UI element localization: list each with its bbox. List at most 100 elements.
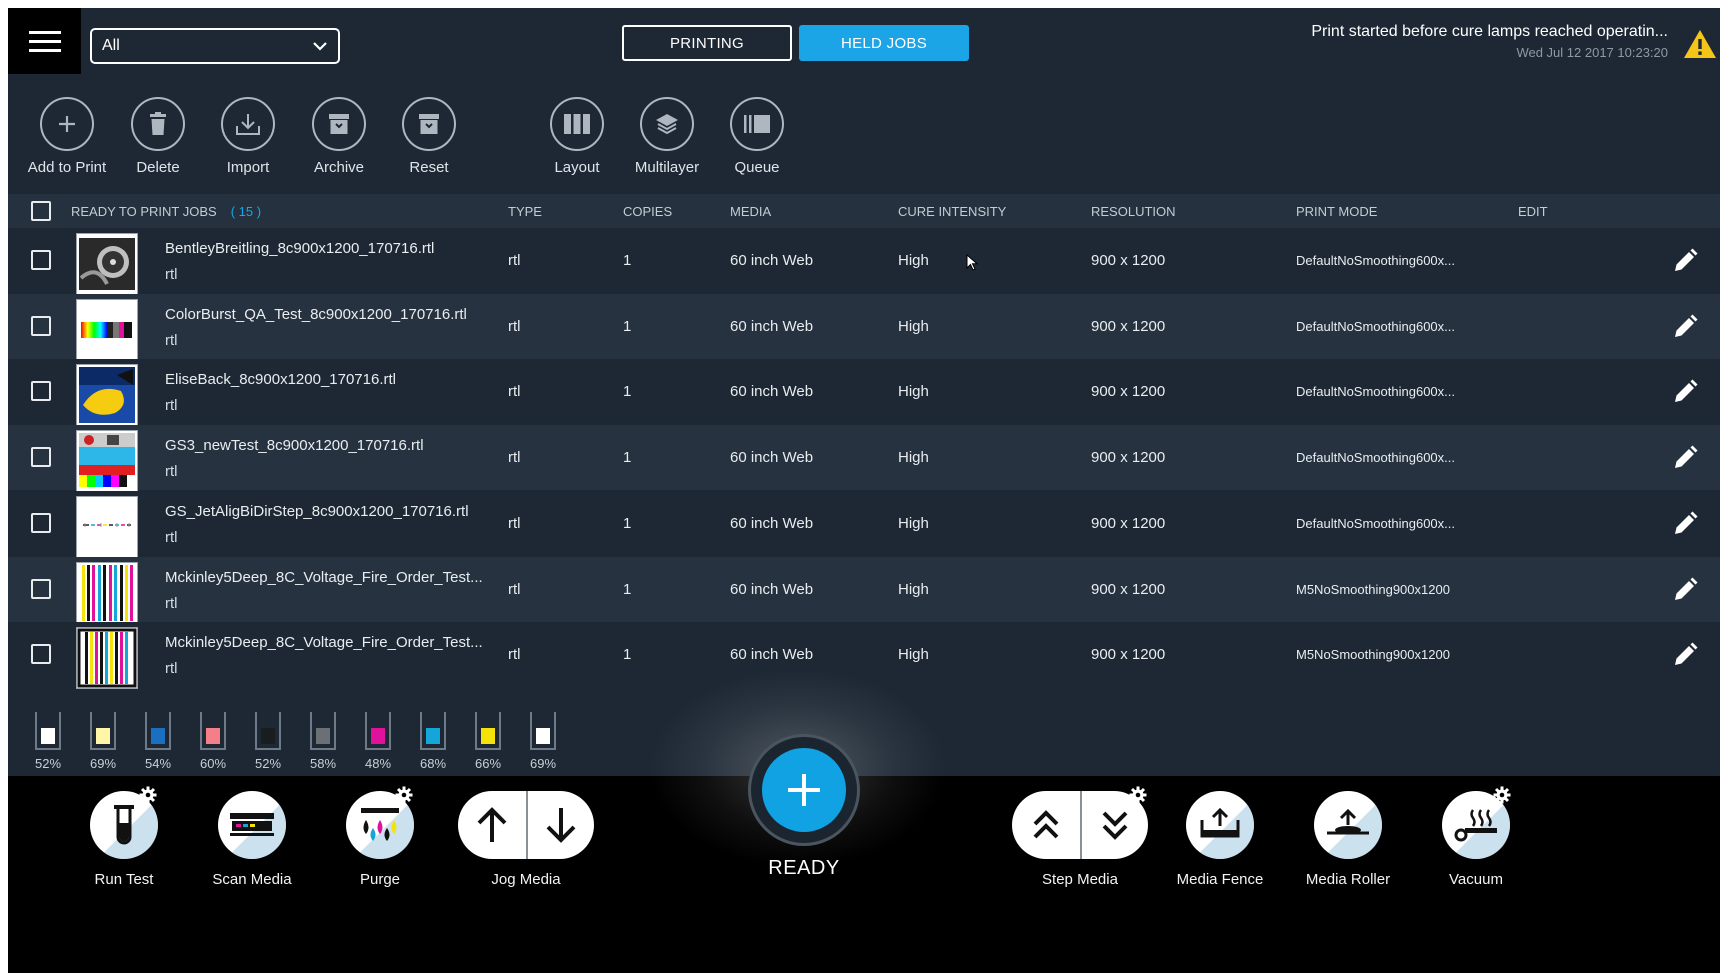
- ink-level-percent: 52%: [34, 756, 62, 771]
- import-icon: [236, 114, 260, 135]
- scan-media-button[interactable]: Scan Media: [202, 791, 302, 888]
- edit-button[interactable]: [1672, 642, 1698, 673]
- job-print-mode: M5NoSmoothing900x1200: [1296, 582, 1450, 597]
- archive-label: Archive: [313, 159, 365, 176]
- gear-icon[interactable]: [1493, 786, 1511, 804]
- table-row[interactable]: Mckinley5Deep_8C_Voltage_Fire_Order_Test…: [8, 557, 1720, 624]
- job-type: rtl: [508, 383, 521, 400]
- layout-button[interactable]: Layout: [531, 97, 623, 176]
- job-print-mode: DefaultNoSmoothing600x...: [1296, 384, 1455, 399]
- jobs-count: ( 15 ): [230, 204, 262, 219]
- row-checkbox[interactable]: [31, 644, 51, 664]
- run-test-button[interactable]: Run Test: [74, 791, 174, 888]
- job-resolution: 900 x 1200: [1091, 581, 1166, 598]
- ink-tank: [530, 712, 556, 750]
- tab-held-jobs[interactable]: HELD JOBS: [799, 25, 969, 61]
- jobs-table-header: READY TO PRINT JOBS ( 15 ) TYPE COPIES ME…: [8, 194, 1720, 228]
- job-thumbnail: [76, 364, 138, 426]
- select-all-checkbox[interactable]: [31, 201, 51, 221]
- row-checkbox[interactable]: [31, 447, 51, 467]
- jobs-title-text: READY TO PRINT JOBS: [71, 204, 217, 219]
- col-edit: EDIT: [1518, 204, 1548, 219]
- ink-level-gauge: 66%: [465, 712, 511, 771]
- col-type[interactable]: TYPE: [508, 204, 542, 219]
- edit-button[interactable]: [1672, 445, 1698, 476]
- row-checkbox[interactable]: [31, 250, 51, 270]
- job-print-mode: DefaultNoSmoothing600x...: [1296, 516, 1455, 531]
- add-to-print-label: Add to Print: [27, 159, 107, 176]
- mouse-cursor: [966, 254, 978, 271]
- job-thumbnail: [76, 430, 138, 492]
- table-row[interactable]: BentleyBreitling_8c900x1200_170716.rtl rt…: [8, 228, 1720, 295]
- job-thumbnail: [76, 562, 138, 624]
- ink-tank: [310, 712, 336, 750]
- ink-tank: [145, 712, 171, 750]
- ink-level-gauge: 69%: [520, 712, 566, 771]
- job-media: 60 inch Web: [730, 449, 814, 466]
- pencil-icon: [1675, 445, 1698, 468]
- ink-fill: [96, 728, 110, 744]
- edit-button[interactable]: [1672, 379, 1698, 410]
- step-up-button[interactable]: [1012, 791, 1080, 859]
- row-checkbox[interactable]: [31, 316, 51, 336]
- row-checkbox[interactable]: [31, 513, 51, 533]
- purge-label: Purge: [359, 871, 401, 888]
- multilayer-button[interactable]: Multilayer: [621, 97, 713, 176]
- purge-button[interactable]: Purge: [330, 791, 430, 888]
- job-copies: 1: [623, 581, 632, 598]
- edit-button[interactable]: [1672, 314, 1698, 345]
- jog-up-button[interactable]: [458, 791, 526, 859]
- arrow-up-icon: [477, 807, 507, 842]
- ink-tank: [475, 712, 501, 750]
- table-row[interactable]: GS3_newTest_8c900x1200_170716.rtl rtl rtl 1…: [8, 425, 1720, 492]
- row-checkbox[interactable]: [31, 579, 51, 599]
- job-type: rtl: [508, 515, 521, 532]
- col-resolution[interactable]: RESOLUTION: [1091, 204, 1176, 219]
- vacuum-button[interactable]: Vacuum: [1426, 791, 1526, 888]
- job-type: rtl: [508, 646, 521, 663]
- tab-printing[interactable]: PRINTING: [622, 25, 792, 61]
- job-name: BentleyBreitling_8c900x1200_170716.rtl: [165, 240, 435, 257]
- job-filter-select[interactable]: All: [90, 28, 340, 64]
- col-copies[interactable]: COPIES: [623, 204, 672, 219]
- delete-button[interactable]: Delete: [112, 97, 204, 176]
- gear-icon[interactable]: [395, 786, 413, 804]
- test-tube-icon: [114, 805, 134, 845]
- import-button[interactable]: Import: [202, 97, 294, 176]
- col-print-mode[interactable]: PRINT MODE: [1296, 204, 1377, 219]
- warning-icon[interactable]: [1682, 28, 1718, 60]
- reset-button[interactable]: Reset: [383, 97, 475, 176]
- archive-button[interactable]: Archive: [293, 97, 385, 176]
- gear-icon[interactable]: [1129, 786, 1147, 804]
- table-row[interactable]: ColorBurst_QA_Test_8c900x1200_170716.rtl…: [8, 294, 1720, 361]
- edit-button[interactable]: [1672, 511, 1698, 542]
- gear-icon[interactable]: [139, 786, 157, 804]
- ink-tank: [90, 712, 116, 750]
- ink-fill: [426, 728, 440, 744]
- job-cure-intensity: High: [898, 383, 929, 400]
- menu-button[interactable]: [8, 8, 81, 74]
- table-row[interactable]: Mckinley5Deep_8C_Voltage_Fire_Order_Test…: [8, 622, 1720, 689]
- delete-label: Delete: [136, 159, 180, 176]
- add-to-print-button[interactable]: Add to Print: [21, 97, 113, 176]
- jog-media-control: Jog Media: [458, 791, 594, 888]
- job-copies: 1: [623, 646, 632, 663]
- jog-down-button[interactable]: [526, 791, 594, 859]
- edit-button[interactable]: [1672, 577, 1698, 608]
- queue-button[interactable]: Queue: [711, 97, 803, 176]
- add-print-button[interactable]: [748, 734, 860, 846]
- col-cure-intensity[interactable]: CURE INTENSITY: [898, 204, 1006, 219]
- media-fence-button[interactable]: Media Fence: [1170, 791, 1270, 888]
- media-roller-button[interactable]: Media Roller: [1298, 791, 1398, 888]
- table-row[interactable]: GS_JetAligBiDirStep_8c900x1200_170716.rt…: [8, 491, 1720, 558]
- alert-banner[interactable]: Print started before cure lamps reached …: [1311, 23, 1668, 60]
- edit-button[interactable]: [1672, 248, 1698, 279]
- row-checkbox[interactable]: [31, 381, 51, 401]
- job-resolution: 900 x 1200: [1091, 318, 1166, 335]
- pencil-icon: [1675, 379, 1698, 402]
- job-resolution: 900 x 1200: [1091, 449, 1166, 466]
- table-row[interactable]: EliseBack_8c900x1200_170716.rtl rtl rtl 1 60…: [8, 359, 1720, 426]
- col-media[interactable]: MEDIA: [730, 204, 771, 219]
- step-media-label: Step Media: [1042, 871, 1118, 888]
- ink-tank: [420, 712, 446, 750]
